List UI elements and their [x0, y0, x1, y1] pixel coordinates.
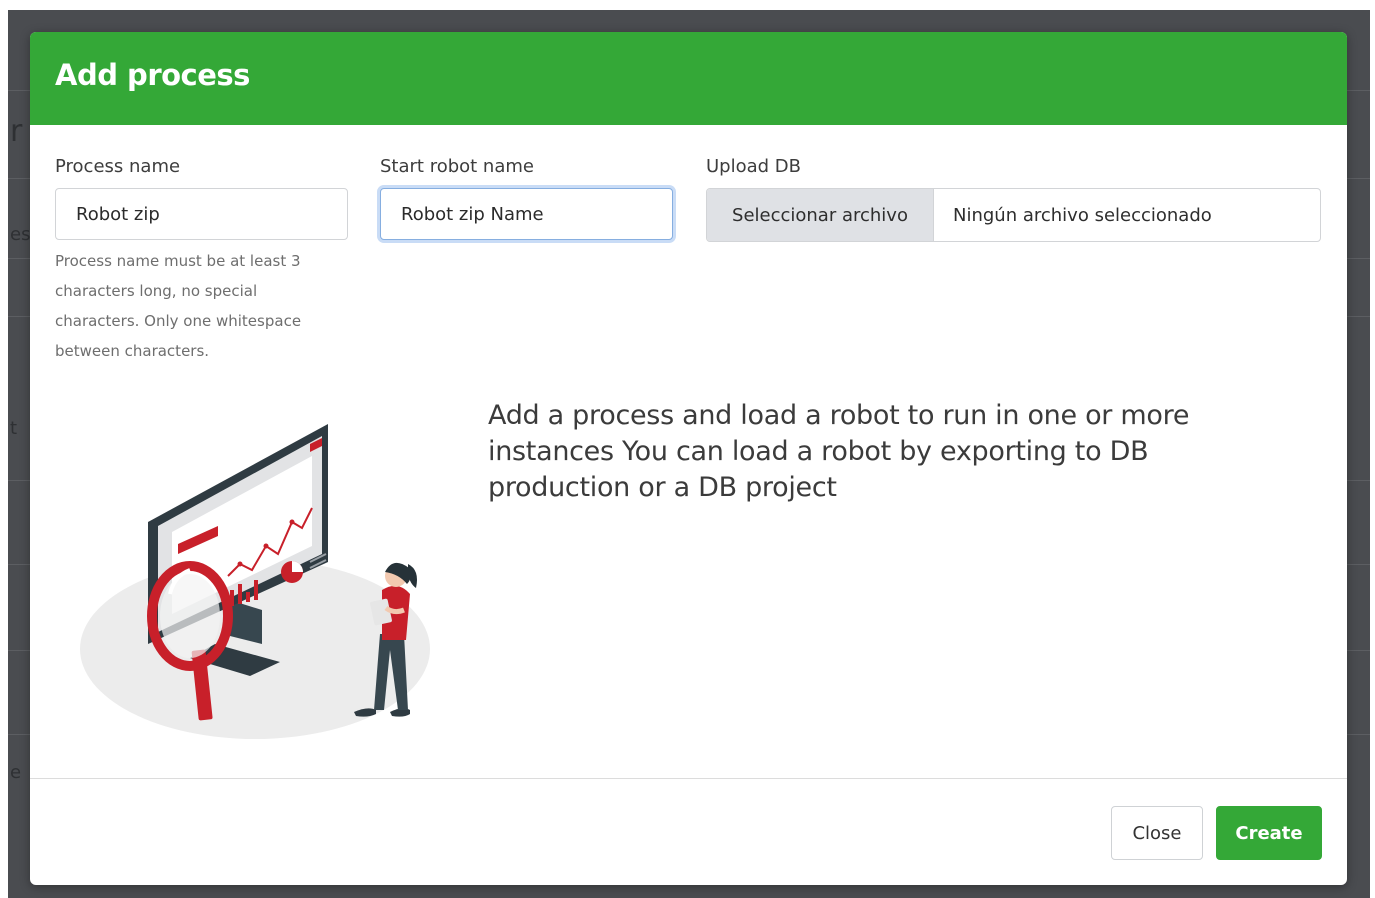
start-robot-name-label: Start robot name [380, 156, 534, 177]
close-button[interactable]: Close [1111, 806, 1203, 860]
choose-file-button[interactable]: Seleccionar archivo [707, 189, 934, 241]
backdrop-text-fragment: r [10, 114, 23, 149]
process-name-input[interactable] [55, 188, 348, 240]
modal-title: Add process [55, 58, 250, 92]
upload-db-label: Upload DB [706, 156, 802, 177]
process-name-help-text: Process name must be at least 3 characte… [55, 252, 302, 360]
backdrop-text-fragment: es [10, 224, 31, 245]
file-status-text: Ningún archivo seleccionado [953, 204, 1212, 226]
process-name-label: Process name [55, 156, 181, 177]
add-process-modal: Add process Process name Process name mu… [30, 32, 1347, 885]
analytics-illustration-icon [80, 424, 430, 739]
backdrop-text-fragment: t [10, 418, 18, 439]
modal-header: Add process [30, 32, 1347, 125]
backdrop-text-fragment: e [10, 762, 22, 783]
modal-description: Add a process and load a robot to run in… [488, 400, 1190, 503]
start-robot-name-input[interactable] [380, 188, 673, 240]
modal-footer: Close Create [30, 778, 1347, 885]
upload-db-file-input[interactable]: Seleccionar archivo Ningún archivo selec… [706, 188, 1321, 242]
create-button[interactable]: Create [1216, 806, 1322, 860]
